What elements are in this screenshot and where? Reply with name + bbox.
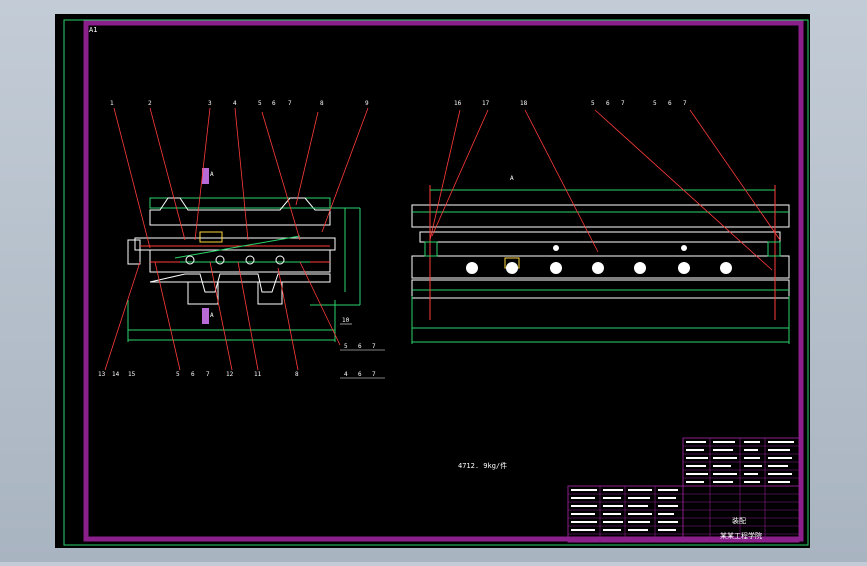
weight-note: 4712. 9kg/件 xyxy=(458,461,507,470)
bump xyxy=(550,262,562,274)
callout: 7 xyxy=(206,371,210,378)
callout: 8 xyxy=(295,371,299,378)
callout: 6 xyxy=(358,343,362,350)
callout: 3 xyxy=(208,100,212,107)
rivet xyxy=(553,245,559,251)
bump xyxy=(678,262,690,274)
callout: 2 xyxy=(148,100,152,107)
section-mark-top: A xyxy=(210,171,214,178)
callout: 7 xyxy=(288,100,292,107)
callout: 1 xyxy=(110,100,114,107)
bump xyxy=(506,262,518,274)
bump xyxy=(592,262,604,274)
callout: 4 xyxy=(344,371,348,378)
drawing-type: 装配 xyxy=(732,516,746,525)
callout: 7 xyxy=(621,100,625,107)
callout: 6 xyxy=(606,100,610,107)
callout: 13 xyxy=(98,371,106,378)
cad-viewport[interactable]: A1 A A 1 2 3 4 5 6 7 8 9 13 14 15 5 6 7 … xyxy=(0,0,867,562)
callout: 11 xyxy=(254,371,262,378)
callout: 18 xyxy=(520,100,528,107)
callout: 6 xyxy=(191,371,195,378)
callout: 7 xyxy=(372,343,376,350)
callout: 5 xyxy=(653,100,657,107)
callout: 7 xyxy=(683,100,687,107)
callout: 14 xyxy=(112,371,120,378)
callout: 5 xyxy=(176,371,180,378)
callout: 6 xyxy=(272,100,276,107)
section-mark-bottom: A xyxy=(210,312,214,319)
drawing-canvas: A1 A A 1 2 3 4 5 6 7 8 9 13 14 15 5 6 7 … xyxy=(55,14,810,548)
callout: 8 xyxy=(320,100,324,107)
callout: 4 xyxy=(233,100,237,107)
callout: 17 xyxy=(482,100,490,107)
callout: 5 xyxy=(258,100,262,107)
callout: 16 xyxy=(454,100,462,107)
callout: 6 xyxy=(668,100,672,107)
bump xyxy=(720,262,732,274)
callout: 7 xyxy=(372,371,376,378)
company-name: 某某工程学院 xyxy=(720,531,762,540)
callout: 6 xyxy=(358,371,362,378)
sheet-tag: A1 xyxy=(89,26,97,34)
callout: 5 xyxy=(344,343,348,350)
bump xyxy=(634,262,646,274)
section-marker-bottom xyxy=(202,308,209,324)
callout: 9 xyxy=(365,100,369,107)
sheet-background xyxy=(55,14,810,548)
bump xyxy=(466,262,478,274)
view-label: A xyxy=(510,175,514,182)
callout: 10 xyxy=(342,317,350,324)
callout: 5 xyxy=(591,100,595,107)
callout: 15 xyxy=(128,371,136,378)
rivet xyxy=(681,245,687,251)
callout: 12 xyxy=(226,371,234,378)
